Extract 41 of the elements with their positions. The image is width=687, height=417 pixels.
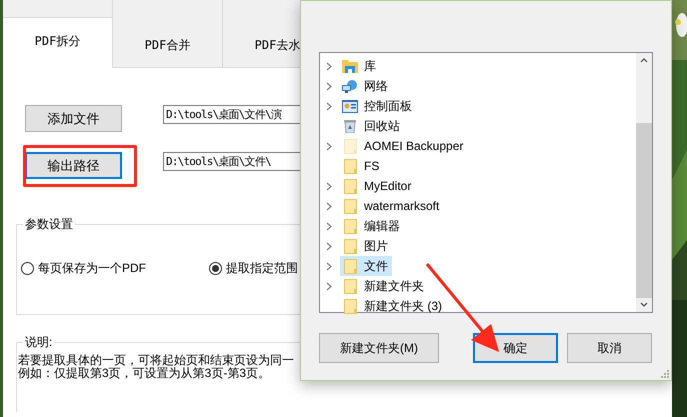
tree-item[interactable]: 新建文件夹 (3): [340, 296, 446, 316]
note-text: 例如：仅提取第3页，可设置为从第3页-第3页。: [18, 367, 270, 380]
tab[interactable]: PDF合并: [113, 17, 223, 68]
path-button[interactable]: 添加文件: [25, 105, 122, 132]
tree-item[interactable]: 编辑器: [340, 216, 404, 236]
tree-item[interactable]: AOMEI Backupper: [340, 136, 468, 156]
path-button[interactable]: 输出路径: [25, 152, 122, 179]
chevron-right-icon[interactable]: [326, 62, 332, 70]
group-title: 说明:: [23, 334, 54, 350]
chevron-right-icon[interactable]: [326, 242, 332, 250]
note-text: 若要提取具体的一页，可将起始页和结束页设为同一: [18, 354, 294, 367]
resize-grip-icon: [661, 370, 669, 378]
tree-item[interactable]: 回收站: [340, 116, 404, 136]
tree-item[interactable]: 新建文件夹: [340, 276, 428, 296]
tree-item[interactable]: 网络: [340, 76, 392, 96]
path-field[interactable]: D:\tools\桌面\文件\演: [163, 105, 303, 124]
chevron-right-icon[interactable]: [326, 222, 332, 230]
radio-button[interactable]: [209, 262, 222, 274]
tree-item[interactable]: FS: [340, 156, 384, 176]
path-field[interactable]: D:\tools\桌面\文件\: [163, 152, 303, 171]
chevron-right-icon[interactable]: [326, 182, 332, 190]
chevron-right-icon[interactable]: [326, 82, 332, 90]
scroll-thumb[interactable]: [636, 122, 652, 298]
tree-item[interactable]: 图片: [340, 236, 392, 256]
scrollbar[interactable]: [636, 53, 652, 312]
tree-item[interactable]: 文件: [340, 256, 392, 276]
tree-item[interactable]: watermarksoft: [340, 196, 444, 216]
radio-label: 提取指定范围: [226, 260, 298, 277]
dialog-button[interactable]: 取消: [567, 333, 652, 363]
chevron-right-icon[interactable]: [326, 262, 332, 270]
tree-item[interactable]: 控制面板: [340, 96, 416, 116]
chevron-right-icon[interactable]: [326, 202, 332, 210]
chevron-right-icon[interactable]: [326, 282, 332, 290]
tree-item[interactable]: 库: [340, 56, 380, 76]
group-title: 参数设置: [23, 216, 75, 232]
chevron-right-icon[interactable]: [326, 142, 332, 150]
radio-button[interactable]: [21, 262, 34, 274]
dialog-button[interactable]: 新建文件夹(M): [319, 333, 439, 363]
radio-label: 每页保存为一个PDF: [38, 260, 146, 277]
tree-item[interactable]: MyEditor: [340, 176, 416, 196]
chevron-right-icon[interactable]: [326, 102, 332, 110]
